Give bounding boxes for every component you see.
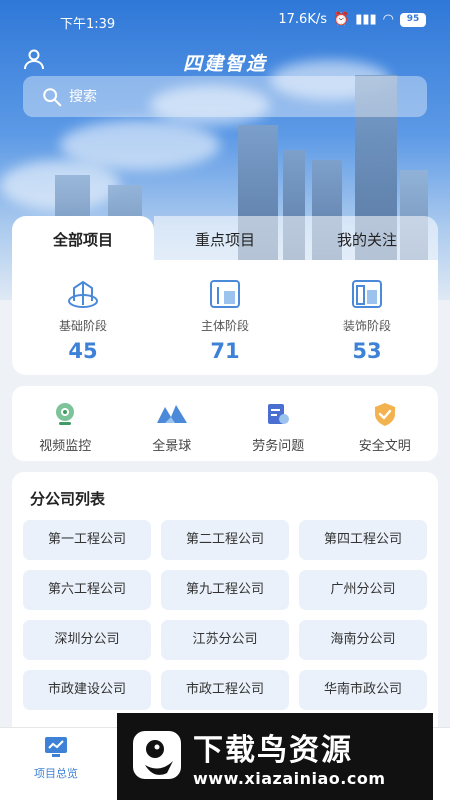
tool-video-monitor[interactable]: 视频监控 xyxy=(12,386,119,461)
watermark-brand: 下载鸟资源 xyxy=(193,733,353,768)
stage-label: 基础阶段 xyxy=(58,319,107,333)
stage-label: 主体阶段 xyxy=(200,319,249,333)
tool-label: 视频监控 xyxy=(39,439,92,454)
decoration-icon xyxy=(352,280,382,308)
nav-label: 项目总览 xyxy=(34,767,78,780)
branch-item[interactable]: 第四工程公司 xyxy=(299,520,427,560)
stage-foundation[interactable]: 基础阶段 45 xyxy=(12,260,154,375)
tool-safety[interactable]: 安全文明 xyxy=(332,386,439,461)
branch-item[interactable]: 华南市政公司 xyxy=(299,670,427,710)
tab-all-projects[interactable]: 全部项目 xyxy=(12,216,154,260)
bird-logo-icon xyxy=(133,731,181,779)
branch-item[interactable]: 第二工程公司 xyxy=(161,520,289,560)
tool-panorama[interactable]: 全景球 xyxy=(119,386,226,461)
search-icon xyxy=(43,87,62,106)
branch-item[interactable]: 市政建设公司 xyxy=(23,670,151,710)
stage-summary-card: 基础阶段 45 主体阶段 71 装饰阶段 53 xyxy=(12,260,438,375)
stage-main-structure[interactable]: 主体阶段 71 xyxy=(154,260,296,375)
stage-count: 71 xyxy=(210,339,240,363)
foundation-icon xyxy=(68,280,98,308)
status-bar: 下午1:39 17.6K/s ⏰ ▮▮▮ ◠ 95 xyxy=(0,0,450,40)
tool-label: 安全文明 xyxy=(358,439,411,454)
branch-grid: 第一工程公司 第二工程公司 第四工程公司 第六工程公司 第九工程公司 广州分公司… xyxy=(23,520,427,710)
shield-icon xyxy=(374,403,395,426)
branch-item[interactable]: 江苏分公司 xyxy=(161,620,289,660)
network-speed: 17.6K/s xyxy=(278,12,327,27)
dashboard-icon xyxy=(45,737,67,757)
search-bar[interactable] xyxy=(23,76,427,117)
status-time: 下午1:39 xyxy=(60,17,116,32)
panorama-icon xyxy=(156,405,187,423)
branch-item[interactable]: 广州分公司 xyxy=(299,570,427,610)
branch-item[interactable]: 深圳分公司 xyxy=(23,620,151,660)
branch-list-card: 分公司列表 第一工程公司 第二工程公司 第四工程公司 第六工程公司 第九工程公司… xyxy=(12,472,438,742)
branch-item[interactable]: 第一工程公司 xyxy=(23,520,151,560)
tool-label: 劳务问题 xyxy=(252,439,305,454)
project-tabs: 全部项目 重点项目 我的关注 xyxy=(12,216,438,260)
main-structure-icon xyxy=(210,280,240,308)
watermark-banner: 下载鸟资源 www.xiazainiao.com xyxy=(117,713,433,800)
branch-item[interactable]: 第六工程公司 xyxy=(23,570,151,610)
tab-key-projects[interactable]: 重点项目 xyxy=(154,216,296,260)
tool-labor-issues[interactable]: 劳务问题 xyxy=(225,386,332,461)
tool-label: 全景球 xyxy=(152,439,192,454)
branch-item[interactable]: 第九工程公司 xyxy=(161,570,289,610)
battery-icon: 95 xyxy=(400,12,426,27)
signal-icon: ▮▮▮ xyxy=(355,12,377,27)
stage-decoration[interactable]: 装饰阶段 53 xyxy=(296,260,438,375)
stage-label: 装饰阶段 xyxy=(342,319,391,333)
labor-icon xyxy=(268,404,290,424)
branch-item[interactable]: 市政工程公司 xyxy=(161,670,289,710)
branch-list-title: 分公司列表 xyxy=(30,490,106,508)
search-input[interactable] xyxy=(69,88,369,105)
branch-item[interactable]: 海南分公司 xyxy=(299,620,427,660)
stage-count: 53 xyxy=(352,339,382,363)
tools-card: 视频监控 全景球 劳务问题 安全文明 xyxy=(12,386,438,461)
app-title: 四建智造 xyxy=(182,53,267,75)
stage-count: 45 xyxy=(68,339,98,363)
tab-my-follows[interactable]: 我的关注 xyxy=(296,216,438,260)
nav-project-overview[interactable]: 项目总览 xyxy=(20,736,92,781)
watermark-url: www.xiazainiao.com xyxy=(193,769,386,788)
camera-icon xyxy=(56,403,75,425)
wifi-icon: ◠ xyxy=(382,12,394,27)
alarm-icon: ⏰ xyxy=(333,12,350,27)
